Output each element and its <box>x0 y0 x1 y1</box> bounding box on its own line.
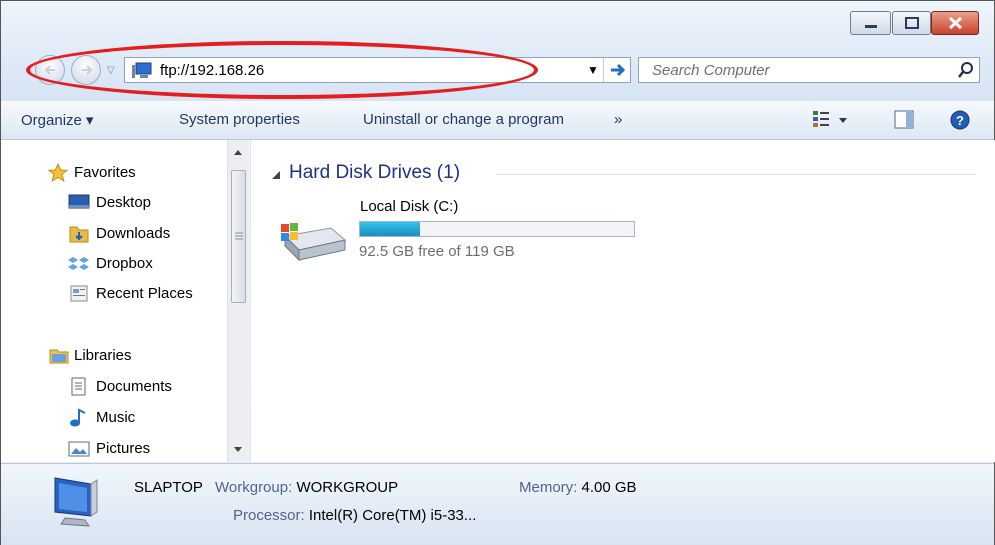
address-dropdown-icon[interactable]: ▼ <box>587 63 599 77</box>
grip-icon <box>235 232 243 240</box>
music-icon <box>70 408 86 427</box>
group-divider <box>496 174 976 175</box>
scrollbar-thumb[interactable] <box>231 170 246 303</box>
maximize-button[interactable] <box>892 11 931 35</box>
more-commands-button[interactable]: » <box>614 111 622 128</box>
change-view-icon[interactable] <box>811 109 851 131</box>
sidebar-item-downloads[interactable]: Downloads <box>1 221 227 247</box>
disk-usage-bar <box>359 221 635 237</box>
details-pane: SLAPTOP Workgroup: WORKGROUP Memory: 4.0… <box>1 463 994 545</box>
sidebar-item-documents[interactable]: Documents <box>1 374 227 400</box>
scroll-down-icon[interactable] <box>233 446 243 454</box>
star-icon <box>48 163 68 183</box>
computer-icon <box>54 477 98 527</box>
sidebar-item-dropbox[interactable]: Dropbox <box>1 251 227 277</box>
organize-menu[interactable]: Organize ▾ <box>21 111 94 129</box>
memory-info: Memory: 4.00 GB <box>519 479 637 496</box>
computer-name: SLAPTOP <box>134 479 203 496</box>
preview-pane-icon[interactable] <box>893 109 917 131</box>
dropbox-icon <box>68 257 89 270</box>
sidebar-item-libraries[interactable]: Libraries <box>1 343 227 369</box>
system-properties-button[interactable]: System properties <box>179 111 300 128</box>
uninstall-program-button[interactable]: Uninstall or change a program <box>363 111 564 128</box>
close-button[interactable] <box>931 11 979 35</box>
arrow-right-icon <box>611 63 626 77</box>
workgroup-info: Workgroup: WORKGROUP <box>215 479 399 496</box>
hard-disk-icon <box>281 223 347 262</box>
go-button[interactable] <box>603 58 632 82</box>
command-bar: Organize ▾ System properties Uninstall o… <box>1 101 994 140</box>
drive-free-space: 92.5 GB free of 119 GB <box>359 243 515 260</box>
title-bar: ▽ ftp://192.168.26 ▼ Search Computer <box>1 1 994 102</box>
pictures-icon <box>68 441 90 457</box>
minimize-button[interactable] <box>850 11 891 35</box>
navigation-pane: Favorites Desktop Downloads Dropbox Rece… <box>1 140 249 462</box>
recent-places-icon <box>70 285 88 302</box>
sidebar-item-recent-places[interactable]: Recent Places <box>1 281 227 307</box>
group-header[interactable]: Hard Disk Drives (1) <box>289 162 460 184</box>
disk-usage-fill <box>360 222 421 236</box>
scroll-up-icon[interactable] <box>233 148 243 156</box>
content-pane: Hard Disk Drives (1) Local Disk (C:) 92.… <box>250 140 995 462</box>
explorer-window: ▽ ftp://192.168.26 ▼ Search Computer Org… <box>0 0 995 545</box>
search-box[interactable]: Search Computer <box>638 57 980 83</box>
help-icon[interactable]: ? <box>949 109 971 131</box>
documents-icon <box>71 377 86 396</box>
maximize-icon <box>905 17 919 29</box>
annotation-highlight-oval <box>26 41 538 99</box>
sidebar-item-pictures[interactable]: Pictures <box>1 436 227 462</box>
sidebar-item-music[interactable]: Music <box>1 405 227 431</box>
svg-text:?: ? <box>956 113 964 128</box>
downloads-folder-icon <box>69 226 89 243</box>
libraries-icon <box>49 349 69 364</box>
sidebar-item-desktop[interactable]: Desktop <box>1 190 227 216</box>
minimize-icon <box>865 25 877 28</box>
close-icon <box>948 16 963 30</box>
navigation-scrollbar[interactable] <box>227 140 249 462</box>
collapse-triangle-icon[interactable] <box>272 170 282 180</box>
search-icon[interactable] <box>957 61 975 79</box>
desktop-icon <box>68 194 90 209</box>
sidebar-item-favorites[interactable]: Favorites <box>1 160 227 186</box>
search-placeholder: Search Computer <box>652 62 770 79</box>
drive-name: Local Disk (C:) <box>360 198 459 215</box>
processor-info: Processor: Intel(R) Core(TM) i5-33... <box>233 507 477 524</box>
